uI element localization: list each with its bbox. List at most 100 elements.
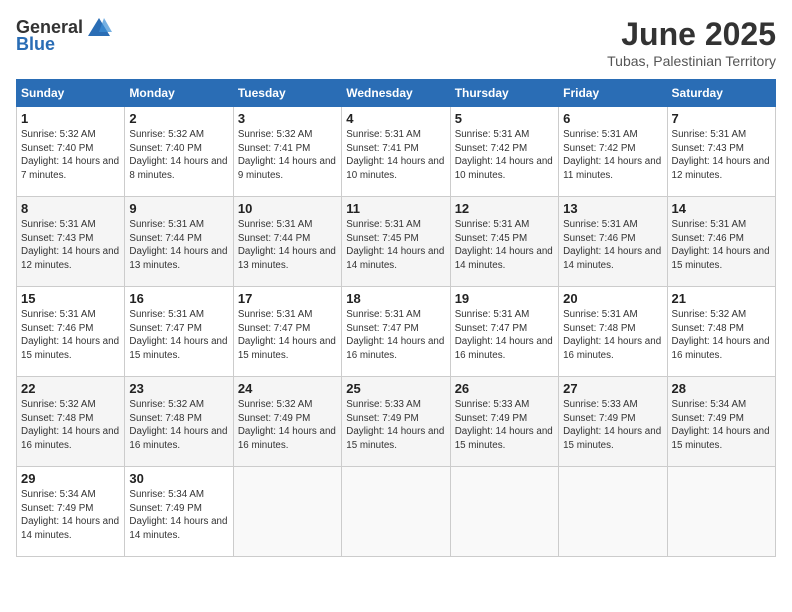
day-info: Sunrise: 5:32 AM Sunset: 7:40 PM Dayligh… [129, 128, 228, 183]
calendar-header-tuesday: Tuesday [233, 80, 341, 107]
calendar-cell: 13 Sunrise: 5:31 AM Sunset: 7:46 PM Dayl… [559, 197, 667, 287]
calendar-cell: 19 Sunrise: 5:31 AM Sunset: 7:47 PM Dayl… [450, 287, 558, 377]
calendar-header-friday: Friday [559, 80, 667, 107]
day-info: Sunrise: 5:33 AM Sunset: 7:49 PM Dayligh… [563, 398, 662, 453]
day-number: 8 [21, 201, 120, 216]
calendar-cell [450, 467, 558, 557]
day-number: 5 [455, 111, 554, 126]
calendar-header-wednesday: Wednesday [342, 80, 450, 107]
calendar-week-row: 1 Sunrise: 5:32 AM Sunset: 7:40 PM Dayli… [17, 107, 776, 197]
calendar-cell: 7 Sunrise: 5:31 AM Sunset: 7:43 PM Dayli… [667, 107, 775, 197]
calendar-header-saturday: Saturday [667, 80, 775, 107]
day-number: 10 [238, 201, 337, 216]
day-number: 4 [346, 111, 445, 126]
day-info: Sunrise: 5:31 AM Sunset: 7:47 PM Dayligh… [238, 308, 337, 363]
day-info: Sunrise: 5:31 AM Sunset: 7:42 PM Dayligh… [455, 128, 554, 183]
calendar-cell: 20 Sunrise: 5:31 AM Sunset: 7:48 PM Dayl… [559, 287, 667, 377]
day-number: 7 [672, 111, 771, 126]
day-number: 17 [238, 291, 337, 306]
logo: General Blue [16, 16, 112, 55]
day-number: 30 [129, 471, 228, 486]
day-info: Sunrise: 5:32 AM Sunset: 7:41 PM Dayligh… [238, 128, 337, 183]
calendar-cell: 27 Sunrise: 5:33 AM Sunset: 7:49 PM Dayl… [559, 377, 667, 467]
day-info: Sunrise: 5:34 AM Sunset: 7:49 PM Dayligh… [129, 488, 228, 543]
calendar-cell: 17 Sunrise: 5:31 AM Sunset: 7:47 PM Dayl… [233, 287, 341, 377]
calendar-cell: 12 Sunrise: 5:31 AM Sunset: 7:45 PM Dayl… [450, 197, 558, 287]
day-number: 12 [455, 201, 554, 216]
calendar-cell [559, 467, 667, 557]
calendar-cell: 3 Sunrise: 5:32 AM Sunset: 7:41 PM Dayli… [233, 107, 341, 197]
calendar-week-row: 29 Sunrise: 5:34 AM Sunset: 7:49 PM Dayl… [17, 467, 776, 557]
day-number: 24 [238, 381, 337, 396]
calendar-cell: 26 Sunrise: 5:33 AM Sunset: 7:49 PM Dayl… [450, 377, 558, 467]
calendar-week-row: 22 Sunrise: 5:32 AM Sunset: 7:48 PM Dayl… [17, 377, 776, 467]
calendar-header-row: SundayMondayTuesdayWednesdayThursdayFrid… [17, 80, 776, 107]
day-number: 14 [672, 201, 771, 216]
day-number: 26 [455, 381, 554, 396]
calendar-cell: 18 Sunrise: 5:31 AM Sunset: 7:47 PM Dayl… [342, 287, 450, 377]
day-number: 25 [346, 381, 445, 396]
day-info: Sunrise: 5:31 AM Sunset: 7:47 PM Dayligh… [346, 308, 445, 363]
day-info: Sunrise: 5:32 AM Sunset: 7:40 PM Dayligh… [21, 128, 120, 183]
calendar-cell: 29 Sunrise: 5:34 AM Sunset: 7:49 PM Dayl… [17, 467, 125, 557]
day-info: Sunrise: 5:31 AM Sunset: 7:45 PM Dayligh… [346, 218, 445, 273]
calendar-cell: 6 Sunrise: 5:31 AM Sunset: 7:42 PM Dayli… [559, 107, 667, 197]
day-info: Sunrise: 5:32 AM Sunset: 7:48 PM Dayligh… [129, 398, 228, 453]
day-info: Sunrise: 5:34 AM Sunset: 7:49 PM Dayligh… [21, 488, 120, 543]
calendar-cell: 24 Sunrise: 5:32 AM Sunset: 7:49 PM Dayl… [233, 377, 341, 467]
day-info: Sunrise: 5:31 AM Sunset: 7:46 PM Dayligh… [563, 218, 662, 273]
day-number: 6 [563, 111, 662, 126]
calendar-cell: 28 Sunrise: 5:34 AM Sunset: 7:49 PM Dayl… [667, 377, 775, 467]
location-title: Tubas, Palestinian Territory [607, 53, 776, 69]
day-number: 21 [672, 291, 771, 306]
calendar-cell: 15 Sunrise: 5:31 AM Sunset: 7:46 PM Dayl… [17, 287, 125, 377]
calendar-cell: 30 Sunrise: 5:34 AM Sunset: 7:49 PM Dayl… [125, 467, 233, 557]
day-number: 27 [563, 381, 662, 396]
day-info: Sunrise: 5:31 AM Sunset: 7:46 PM Dayligh… [21, 308, 120, 363]
day-number: 16 [129, 291, 228, 306]
page-header: General Blue June 2025 Tubas, Palestinia… [16, 16, 776, 69]
calendar-week-row: 8 Sunrise: 5:31 AM Sunset: 7:43 PM Dayli… [17, 197, 776, 287]
calendar-cell: 21 Sunrise: 5:32 AM Sunset: 7:48 PM Dayl… [667, 287, 775, 377]
day-info: Sunrise: 5:31 AM Sunset: 7:46 PM Dayligh… [672, 218, 771, 273]
calendar-cell: 1 Sunrise: 5:32 AM Sunset: 7:40 PM Dayli… [17, 107, 125, 197]
day-info: Sunrise: 5:31 AM Sunset: 7:42 PM Dayligh… [563, 128, 662, 183]
calendar-header-sunday: Sunday [17, 80, 125, 107]
day-info: Sunrise: 5:34 AM Sunset: 7:49 PM Dayligh… [672, 398, 771, 453]
calendar-cell: 9 Sunrise: 5:31 AM Sunset: 7:44 PM Dayli… [125, 197, 233, 287]
day-number: 11 [346, 201, 445, 216]
calendar-cell: 14 Sunrise: 5:31 AM Sunset: 7:46 PM Dayl… [667, 197, 775, 287]
calendar-cell: 10 Sunrise: 5:31 AM Sunset: 7:44 PM Dayl… [233, 197, 341, 287]
day-info: Sunrise: 5:31 AM Sunset: 7:45 PM Dayligh… [455, 218, 554, 273]
day-number: 20 [563, 291, 662, 306]
day-info: Sunrise: 5:32 AM Sunset: 7:49 PM Dayligh… [238, 398, 337, 453]
day-number: 28 [672, 381, 771, 396]
day-info: Sunrise: 5:31 AM Sunset: 7:44 PM Dayligh… [238, 218, 337, 273]
calendar-cell: 8 Sunrise: 5:31 AM Sunset: 7:43 PM Dayli… [17, 197, 125, 287]
calendar-cell: 16 Sunrise: 5:31 AM Sunset: 7:47 PM Dayl… [125, 287, 233, 377]
day-number: 2 [129, 111, 228, 126]
day-info: Sunrise: 5:31 AM Sunset: 7:48 PM Dayligh… [563, 308, 662, 363]
day-number: 1 [21, 111, 120, 126]
calendar-cell: 22 Sunrise: 5:32 AM Sunset: 7:48 PM Dayl… [17, 377, 125, 467]
day-info: Sunrise: 5:32 AM Sunset: 7:48 PM Dayligh… [672, 308, 771, 363]
calendar-cell [342, 467, 450, 557]
day-number: 22 [21, 381, 120, 396]
day-info: Sunrise: 5:31 AM Sunset: 7:47 PM Dayligh… [129, 308, 228, 363]
day-info: Sunrise: 5:31 AM Sunset: 7:44 PM Dayligh… [129, 218, 228, 273]
calendar-week-row: 15 Sunrise: 5:31 AM Sunset: 7:46 PM Dayl… [17, 287, 776, 377]
calendar-cell: 5 Sunrise: 5:31 AM Sunset: 7:42 PM Dayli… [450, 107, 558, 197]
calendar-table: SundayMondayTuesdayWednesdayThursdayFrid… [16, 79, 776, 557]
day-number: 19 [455, 291, 554, 306]
calendar-cell: 2 Sunrise: 5:32 AM Sunset: 7:40 PM Dayli… [125, 107, 233, 197]
day-number: 9 [129, 201, 228, 216]
calendar-header-monday: Monday [125, 80, 233, 107]
day-number: 15 [21, 291, 120, 306]
day-number: 13 [563, 201, 662, 216]
day-info: Sunrise: 5:32 AM Sunset: 7:48 PM Dayligh… [21, 398, 120, 453]
calendar-cell: 11 Sunrise: 5:31 AM Sunset: 7:45 PM Dayl… [342, 197, 450, 287]
day-info: Sunrise: 5:31 AM Sunset: 7:43 PM Dayligh… [21, 218, 120, 273]
day-number: 23 [129, 381, 228, 396]
day-info: Sunrise: 5:31 AM Sunset: 7:41 PM Dayligh… [346, 128, 445, 183]
title-area: June 2025 Tubas, Palestinian Territory [607, 16, 776, 69]
